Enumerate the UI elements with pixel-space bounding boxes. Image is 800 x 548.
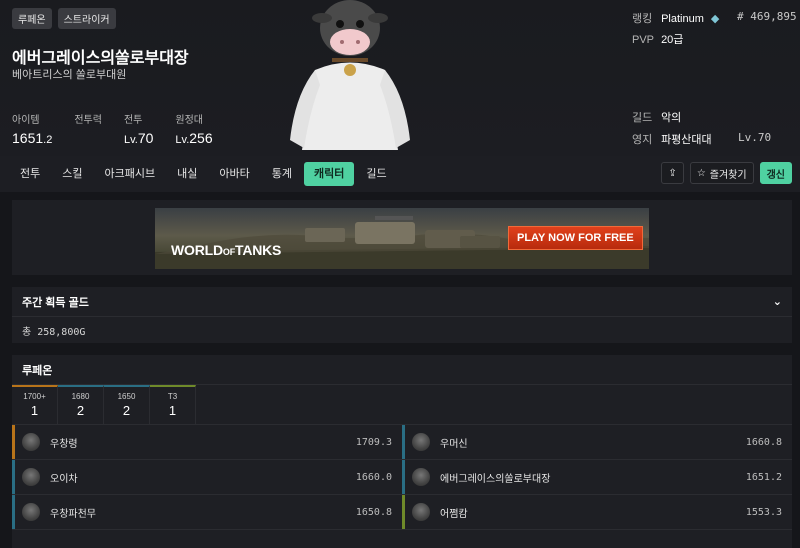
character-avatar	[270, 0, 430, 156]
share-button[interactable]: ⇪	[661, 162, 684, 184]
share-icon: ⇪	[668, 167, 677, 179]
stat-item-level: 아이템 1651.2	[12, 115, 53, 146]
ranking-tier: Platinum	[661, 13, 704, 25]
refresh-button[interactable]: 갱신	[759, 162, 792, 184]
tab-avatar[interactable]: 아바타	[209, 162, 259, 186]
weekly-gold-panel: 주간 획득 골드 ⌄ 총 258,800G	[12, 287, 792, 343]
roster-character[interactable]: 어쩜캄 1553.3	[402, 495, 792, 530]
estate-level: Lv.70	[738, 131, 772, 144]
roster-character[interactable]: 우창령 1709.3	[12, 425, 402, 460]
filter-t3[interactable]: T3 1	[150, 385, 196, 424]
character-portrait	[412, 468, 430, 486]
tab-bar: 전투 스킬 아크패시브 내실 아바타 통계 캐릭터 길드 ⇪ ☆ 즐겨찾기 갱신	[0, 156, 800, 192]
character-title: 베아트리스의 쏠로부대원	[12, 69, 127, 81]
guild-link[interactable]: 악의	[661, 112, 681, 124]
roster-header: 루페온	[12, 355, 792, 385]
ad-play-button[interactable]: PLAY NOW FOR FREE	[508, 226, 643, 250]
platinum-icon: ◆	[710, 13, 720, 25]
tab-skill[interactable]: 스킬	[52, 162, 92, 186]
star-icon: ☆	[696, 167, 706, 179]
ad-banner-container: WORLDOFTANKS PLAY NOW FOR FREE	[12, 200, 792, 275]
server-badge[interactable]: 루페온	[12, 8, 52, 29]
filter-1700[interactable]: 1700+ 1	[12, 385, 58, 424]
ranking-row: 랭킹 Platinum ◆	[632, 13, 720, 25]
character-portrait	[22, 468, 40, 486]
character-header: 루페온 스트라이커 에버그레이스의쏠로부대장 베아트리스의 쏠로부대원 아이템 …	[0, 0, 800, 156]
roster-filters: 1700+ 1 1680 2 1650 2 T3 1	[12, 385, 792, 425]
ad-banner[interactable]: WORLDOFTANKS PLAY NOW FOR FREE	[155, 208, 649, 269]
ad-logo: WORLDOFTANKS	[171, 242, 282, 258]
filter-1650[interactable]: 1650 2	[104, 385, 150, 424]
roster-character[interactable]: 에버그레이스의쏠로부대장 1651.2	[402, 460, 792, 495]
tab-character[interactable]: 캐릭터	[303, 162, 355, 186]
pvp-row: PVP 20급	[632, 34, 684, 46]
chevron-down-icon[interactable]: ⌄	[773, 295, 782, 308]
class-badge[interactable]: 스트라이커	[57, 8, 116, 29]
character-portrait	[22, 433, 40, 451]
header-badges: 루페온 스트라이커	[12, 8, 116, 29]
character-portrait	[412, 433, 430, 451]
weekly-gold-total: 총 258,800G	[22, 327, 86, 338]
bookmark-button[interactable]: ☆ 즐겨찾기	[689, 162, 754, 184]
header-actions: ⇪ ☆ 즐겨찾기 갱신	[661, 162, 792, 184]
stat-row: 아이템 1651.2 전투력 전투 Lv.70 원정대 Lv.256	[12, 111, 213, 146]
tab-guild[interactable]: 길드	[356, 162, 396, 186]
tab-ark-passive[interactable]: 아크패시브	[95, 162, 166, 186]
stat-combat-level: 전투 Lv.70	[123, 115, 154, 146]
tab-inner[interactable]: 내실	[167, 162, 207, 186]
tab-combat[interactable]: 전투	[10, 162, 50, 186]
tab-stats[interactable]: 통계	[262, 162, 302, 186]
character-name: 에버그레이스의쏠로부대장	[12, 50, 189, 67]
estate-row: 영지 파평산대대	[632, 134, 712, 146]
roster-character[interactable]: 우머신 1660.8	[402, 425, 792, 460]
stat-combat-power: 전투력	[74, 115, 102, 126]
character-portrait	[22, 503, 40, 521]
stat-roster-level: 원정대 Lv.256	[175, 115, 213, 146]
guild-row: 길드 악의	[632, 112, 682, 124]
roster-panel: 루페온 1700+ 1 1680 2 1650 2 T3 1 우창령 1709.3 우머…	[12, 355, 792, 548]
roster-character[interactable]: 오이차 1660.0	[12, 460, 402, 495]
filter-1680[interactable]: 1680 2	[58, 385, 104, 424]
roster-character[interactable]: 우창파천무 1650.8	[12, 495, 402, 530]
character-portrait	[412, 503, 430, 521]
roster-list: 우창령 1709.3 우머신 1660.8 오이차 1660.0 에버그레이스의…	[12, 425, 792, 530]
weekly-gold-header[interactable]: 주간 획득 골드 ⌄	[12, 287, 792, 317]
ranking-number: # 469,895	[737, 10, 797, 23]
